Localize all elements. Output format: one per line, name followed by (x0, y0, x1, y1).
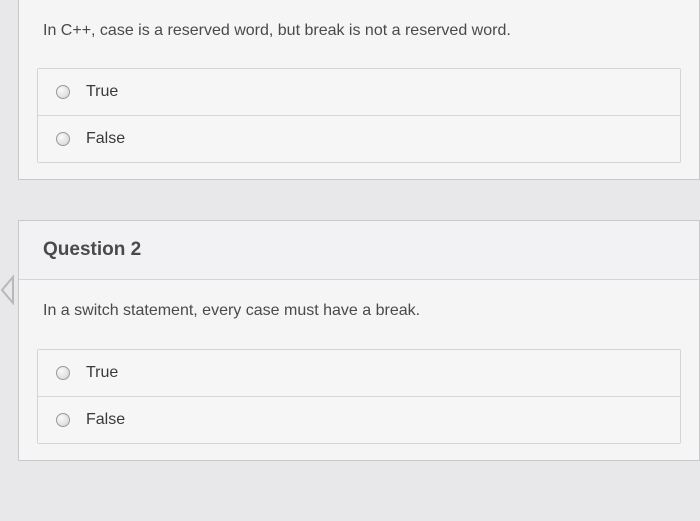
answer-label: False (86, 411, 125, 429)
radio-icon (56, 413, 70, 427)
answer-list: True False (37, 349, 681, 444)
question-title: Question 2 (43, 239, 675, 261)
answer-label: False (86, 130, 125, 148)
answer-label: True (86, 364, 118, 382)
answer-option-true[interactable]: True (38, 350, 680, 397)
answer-option-false[interactable]: False (38, 397, 680, 443)
answer-option-true[interactable]: True (38, 69, 680, 116)
question-block-2: Question 2 In a switch statement, every … (18, 220, 700, 460)
prev-arrow-icon[interactable] (0, 268, 18, 312)
answer-list: True False (37, 68, 681, 163)
answer-label: True (86, 83, 118, 101)
answer-option-false[interactable]: False (38, 116, 680, 162)
radio-icon (56, 85, 70, 99)
question-prompt: In a switch statement, every case must h… (19, 280, 699, 348)
radio-icon (56, 366, 70, 380)
question-prompt: In C++, case is a reserved word, but bre… (19, 0, 699, 68)
question-header: Question 2 (19, 221, 699, 280)
radio-icon (56, 132, 70, 146)
question-block-1: In C++, case is a reserved word, but bre… (18, 0, 700, 180)
